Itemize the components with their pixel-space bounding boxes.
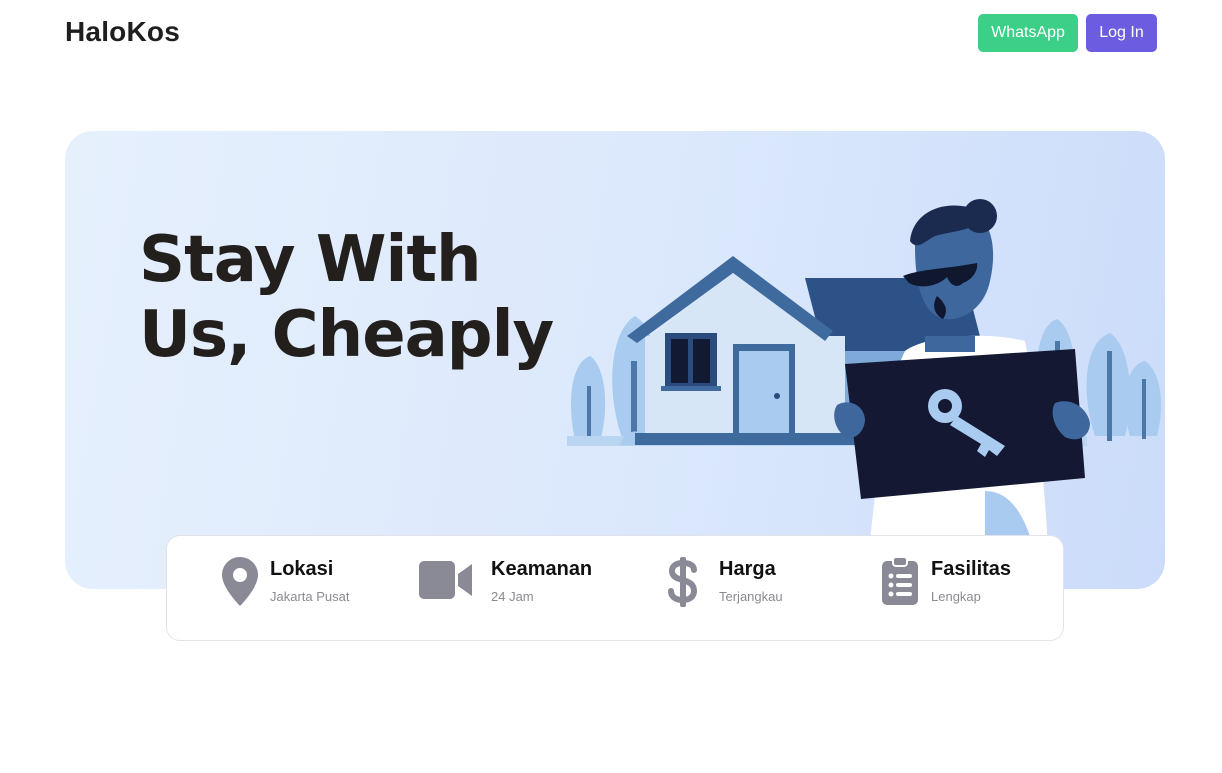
navbar: HaloKos WhatsApp Log In (0, 0, 1222, 66)
features-card: Lokasi Jakarta Pusat Keamanan 24 Jam Har… (166, 535, 1064, 641)
feature-title: Lokasi (270, 558, 334, 580)
feature-subtitle: Terjangkau (719, 589, 783, 604)
dollar-icon (668, 557, 698, 607)
login-button[interactable]: Log In (1086, 14, 1157, 52)
feature-subtitle: Lengkap (931, 589, 981, 604)
hero-title-line-2: Us, Cheaply (139, 298, 554, 372)
whatsapp-button[interactable]: WhatsApp (978, 14, 1078, 52)
hero-title: Stay With Us, Cheaply (139, 223, 569, 373)
feature-subtitle: 24 Jam (491, 589, 534, 604)
clipboard-list-icon (882, 556, 918, 605)
feature-title: Keamanan (491, 558, 593, 580)
brand-logo[interactable]: HaloKos (65, 16, 180, 48)
map-pin-icon (222, 557, 258, 606)
feature-title: Fasilitas (931, 558, 1012, 580)
hero-title-line-1: Stay With (139, 223, 482, 297)
feature-subtitle: Jakarta Pusat (270, 589, 350, 604)
feature-title: Harga (719, 558, 776, 580)
video-camera-icon (419, 561, 472, 599)
house-key-illustration (567, 199, 1161, 589)
hero-banner: Stay With Us, Cheaply (65, 131, 1165, 589)
